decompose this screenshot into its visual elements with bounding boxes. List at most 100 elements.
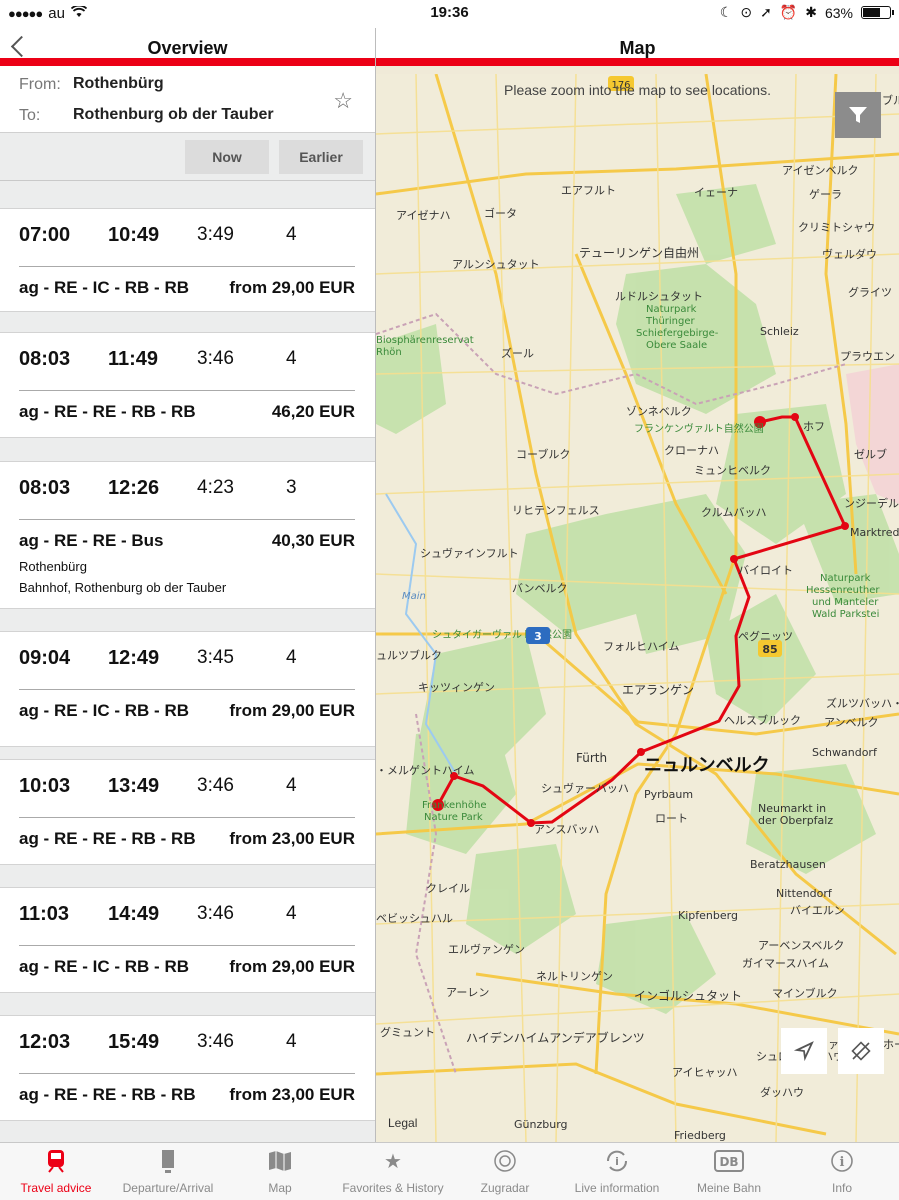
map-label: ルドルシュタット <box>615 290 703 303</box>
map-label: ヘルスブルック <box>724 713 801 727</box>
map-label: ゾンネベルク <box>626 405 692 418</box>
tab-label: Departure/Arrival <box>122 1181 214 1195</box>
connection-card[interactable]: 08:03 12:26 4:23 3 ag - RE - RE - Bus 40… <box>0 461 375 609</box>
connection-card[interactable]: 11:03 14:49 3:46 4 ag - RE - IC - RB - R… <box>0 887 375 993</box>
map-label: Rhön <box>376 347 402 358</box>
now-button[interactable]: Now <box>185 140 269 174</box>
departure-time: 09:04 <box>19 647 71 669</box>
tab-live-information[interactable]: i Live information <box>561 1147 673 1195</box>
locate-button[interactable] <box>781 1028 827 1074</box>
from-station[interactable]: Rothenbürg <box>73 75 164 93</box>
map-label: ゼルブ <box>854 447 887 461</box>
card-divider <box>19 390 355 391</box>
map-label: ュルツブルク <box>376 648 442 662</box>
svg-text:i: i <box>840 1155 845 1170</box>
filter-button[interactable] <box>835 92 881 138</box>
map-label: Beratzhausen <box>750 858 826 871</box>
map-label: アーベンスベルク <box>758 939 844 952</box>
departure-time: 08:03 <box>19 477 71 499</box>
product-list: ag - RE - RE - RB - RB <box>19 402 196 421</box>
satellite-toggle-button[interactable] <box>838 1028 884 1074</box>
map-label: アルンシュタット <box>452 258 540 271</box>
map-label: Obere Saale <box>646 340 707 351</box>
map-label: ヴェルダウ <box>822 247 877 261</box>
route-stop <box>841 522 849 530</box>
tab-meine-bahn[interactable]: DB Meine Bahn <box>673 1147 785 1195</box>
map-label: Main <box>402 591 426 602</box>
map-label: イェーナ <box>694 186 738 199</box>
destination-note: Bahnhof, Rothenburg ob der Tauber <box>19 580 227 595</box>
tab-label: Info <box>831 1181 852 1195</box>
arrival-time: 12:49 <box>108 647 160 669</box>
tab-favorites-history[interactable]: ★ Favorites & History <box>337 1147 449 1196</box>
favorite-star-icon[interactable]: ☆ <box>333 88 353 114</box>
svg-text:DB: DB <box>719 1155 738 1169</box>
arrival-time: 13:49 <box>108 775 160 797</box>
map-label: Naturpark <box>646 304 697 315</box>
search-summary: From: Rothenbürg To: Rothenburg ob der T… <box>0 66 375 133</box>
train-icon <box>0 1147 112 1175</box>
map-label: プラウエン <box>840 350 895 363</box>
filter-icon <box>849 107 867 123</box>
map-label: Schleiz <box>760 325 799 338</box>
connection-card[interactable]: 10:03 13:49 3:46 4 ag - RE - RE - RB - R… <box>0 759 375 865</box>
connection-card[interactable]: 07:00 10:49 3:49 4 ag - RE - IC - RB - R… <box>0 208 375 312</box>
battery-percent: 63% <box>824 4 853 21</box>
connection-card[interactable]: 12:03 15:49 3:46 4 ag - RE - RE - RB - R… <box>0 1015 375 1121</box>
origin-note: Rothenbürg <box>19 559 87 574</box>
tab-info[interactable]: i Info <box>786 1147 898 1195</box>
changes-count: 4 <box>286 224 297 245</box>
map-label: エアランゲン <box>622 683 694 697</box>
map-label: アイヒャッハ <box>672 1066 737 1079</box>
map-label: アンスバッハ <box>534 823 599 836</box>
tab-zugradar[interactable]: Zugradar <box>449 1147 561 1195</box>
info-icon: i <box>786 1147 898 1175</box>
duration: 4:23 <box>197 477 234 498</box>
map-label: der Oberpfalz <box>758 814 833 827</box>
moon-icon: ☾ <box>719 4 733 20</box>
tab-travel-advice[interactable]: Travel advice <box>0 1147 112 1195</box>
map-label: ズール <box>501 346 534 360</box>
map-title: Map <box>619 38 656 58</box>
to-station[interactable]: Rothenburg ob der Tauber <box>73 106 274 124</box>
price: from 29,00 EUR <box>229 278 355 297</box>
legal-link[interactable]: Legal <box>388 1116 417 1130</box>
card-divider <box>19 945 355 946</box>
changes-count: 4 <box>286 647 297 668</box>
map-label: ・メルゲントハイム <box>376 764 475 777</box>
map-label: Biosphärenreservat <box>376 335 474 346</box>
map-pane[interactable]: Map エアフルト イェーナ ゲーラ アイゼナハ ゴータ テューリンゲン自由州 … <box>376 28 899 1142</box>
connection-card[interactable]: 08:03 11:49 3:46 4 ag - RE - RE - RB - R… <box>0 332 375 438</box>
earlier-button[interactable]: Earlier <box>279 140 363 174</box>
map-label: フォルヒハイム <box>603 640 680 653</box>
radar-icon <box>449 1147 561 1175</box>
changes-count: 4 <box>286 348 297 369</box>
map-label: キッツィンゲン <box>418 681 495 694</box>
card-divider <box>19 817 355 818</box>
map-label: アンベルク <box>824 716 879 729</box>
from-label: From: <box>19 76 61 93</box>
connection-card[interactable]: 09:04 12:49 3:45 4 ag - RE - IC - RB - R… <box>0 631 375 747</box>
map-label: テューリンゲン自由州 <box>579 246 699 260</box>
tab-departure-arrival[interactable]: Departure/Arrival <box>112 1147 224 1195</box>
map-label: ベビッシュハル <box>376 912 453 925</box>
map-label: アイゼナハ <box>396 209 450 222</box>
time-button-row: Now Earlier <box>0 133 375 175</box>
results-separator <box>0 180 375 181</box>
price: from 29,00 EUR <box>229 701 355 720</box>
overview-pane: Overview From: Rothenbürg To: Rothenburg… <box>0 28 375 1142</box>
page-title: Overview <box>147 38 228 58</box>
shield-label: 85 <box>762 643 777 656</box>
map-label: アイゼンベルク <box>782 164 858 177</box>
map-label: Schwandorf <box>812 746 878 759</box>
duration: 3:46 <box>197 903 234 924</box>
map-label: ホフ <box>803 420 825 433</box>
map-label: クリミトシャウ <box>798 221 875 234</box>
map-canvas[interactable]: エアフルト イェーナ ゲーラ アイゼナハ ゴータ テューリンゲン自由州 ルドルシ… <box>376 74 899 1142</box>
map-label: エルヴァンゲン <box>448 942 525 956</box>
tab-map[interactable]: Map <box>224 1147 336 1195</box>
map-label: Friedberg <box>674 1129 726 1142</box>
map-label: エアフルト <box>561 184 616 197</box>
departure-board-icon <box>112 1147 224 1175</box>
map-label: コーブルク <box>516 447 570 461</box>
